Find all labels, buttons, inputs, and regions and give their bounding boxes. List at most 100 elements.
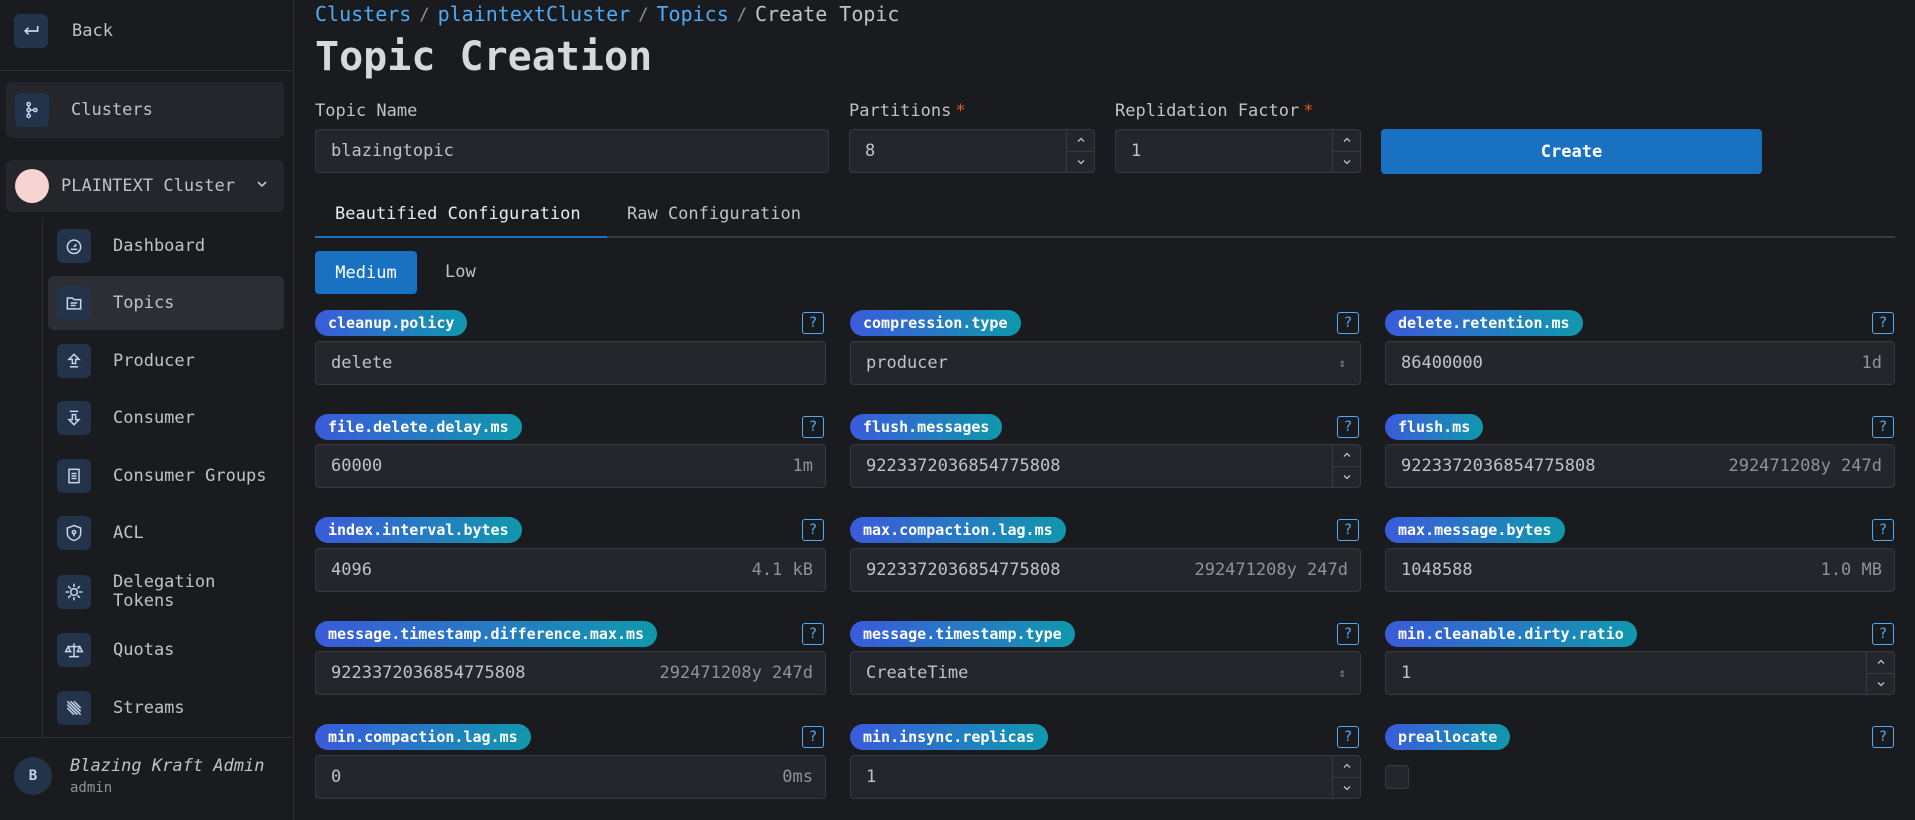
config-hint: 1m [792,456,813,476]
config-input-max-message-bytes[interactable]: 1048588 1.0 MB [1385,548,1895,592]
help-icon[interactable]: ? [1872,416,1894,438]
breadcrumb-cluster[interactable]: plaintextCluster [438,2,631,28]
chevron-up-icon[interactable] [1333,130,1360,152]
back-label: Back [72,21,113,41]
config-value: 1 [866,767,877,787]
config-key-badge: file.delete.delay.ms [315,414,522,440]
config-input-max-compaction-lag-ms[interactable]: 9223372036854775808 292471208y 247d [850,548,1361,592]
sidebar-item-label: Topics [113,292,175,313]
chevron-down-icon[interactable] [1867,674,1894,695]
help-icon[interactable]: ? [1337,416,1359,438]
create-button[interactable]: Create [1381,129,1762,174]
help-icon[interactable]: ? [1872,312,1894,334]
partitions-input[interactable]: 8 [849,129,1095,173]
min-cleanable-dirty-ratio-stepper[interactable] [1866,652,1894,694]
back-button[interactable]: Back [14,14,113,48]
replication-input[interactable]: 1 [1115,129,1361,173]
config-value: 1048588 [1401,560,1473,580]
config-hint: 292471208y 247d [659,663,813,683]
help-icon[interactable]: ? [802,623,824,645]
help-icon[interactable]: ? [802,726,824,748]
breadcrumb-topics[interactable]: Topics [656,2,728,28]
help-icon[interactable]: ? [1337,519,1359,541]
chevron-up-icon[interactable] [1067,130,1094,152]
help-icon[interactable]: ? [802,519,824,541]
replication-stepper[interactable] [1332,130,1360,172]
config-value: CreateTime [866,663,969,683]
config-tabs: Beautified Configuration Raw Configurati… [315,200,1895,238]
config-select-compression-type[interactable]: producer ⇕ [850,341,1361,385]
help-icon[interactable]: ? [802,416,824,438]
config-hint: 4.1 kB [751,560,813,580]
help-icon[interactable]: ? [1337,726,1359,748]
sidebar-item-consumer[interactable]: Consumer [48,391,284,445]
config-input-min-cleanable-dirty-ratio[interactable]: 1 [1385,651,1895,695]
config-input-file-delete-delay-ms[interactable]: 60000 1m [315,444,826,488]
segment-medium[interactable]: Medium [315,251,417,294]
required-mark: * [955,101,966,121]
chevron-up-icon[interactable] [1333,445,1360,467]
help-icon[interactable]: ? [1337,312,1359,334]
breadcrumb-clusters[interactable]: Clusters [315,2,411,28]
config-input-flush-ms[interactable]: 9223372036854775808 292471208y 247d [1385,444,1895,488]
nav-clusters[interactable]: Clusters [6,82,284,138]
partitions-stepper[interactable] [1066,130,1094,172]
breadcrumb-separator: / [638,5,649,25]
chevron-down-icon[interactable] [1067,152,1094,173]
active-tab-indicator [315,236,607,238]
breadcrumb-current: Create Topic [754,2,900,26]
segment-low[interactable]: Low [445,262,476,282]
help-icon[interactable]: ? [1872,726,1894,748]
sidebar-item-delegation-tokens[interactable]: Delegation Tokens [48,565,284,619]
help-icon[interactable]: ? [802,312,824,334]
sidebar-item-streams[interactable]: Streams [48,681,284,735]
nav-clusters-label: Clusters [71,100,153,120]
config-input-cleanup-policy[interactable]: delete [315,341,826,385]
help-icon[interactable]: ? [1872,519,1894,541]
help-icon[interactable]: ? [1337,623,1359,645]
config-value: 4096 [331,560,372,580]
config-select-message-timestamp-type[interactable]: CreateTime ⇕ [850,651,1361,695]
config-key-badge: flush.messages [850,414,1003,440]
sidebar-item-topics[interactable]: Topics [48,276,284,330]
chevron-up-icon[interactable] [1867,652,1894,674]
user-profile[interactable]: B Blazing Kraft Admin admin [14,756,264,796]
sidebar-item-label: Consumer [113,407,195,428]
topic-name-input[interactable]: blazingtopic [315,129,829,173]
sidebar-item-dashboard[interactable]: Dashboard [48,219,284,273]
chevron-down-icon[interactable] [1333,467,1360,488]
sidebar-item-producer[interactable]: Producer [48,334,284,388]
config-input-index-interval-bytes[interactable]: 4096 4.1 kB [315,548,826,592]
clusters-icon [15,93,49,127]
chevron-down-icon[interactable] [1333,152,1360,173]
preallocate-checkbox[interactable] [1385,765,1409,789]
user-name: Blazing Kraft Admin [70,756,265,776]
sidebar-item-acl[interactable]: ACL [48,506,284,560]
sidebar-item-label: Dashboard [113,235,206,256]
sidebar-item-label: Delegation Tokens [113,572,216,611]
divider [0,70,294,71]
scale-icon [57,633,91,667]
sidebar-item-quotas[interactable]: Quotas [48,623,284,677]
config-key-badge: message.timestamp.type [850,621,1075,647]
sidebar-item-consumer-groups[interactable]: Consumer Groups [48,449,284,503]
cluster-selector[interactable]: PLAINTEXT Cluster [6,160,284,212]
config-input-delete-retention-ms[interactable]: 86400000 1d [1385,341,1895,385]
flush-messages-stepper[interactable] [1332,445,1360,487]
config-key-badge: min.compaction.lag.ms [315,724,531,750]
config-input-flush-messages[interactable]: 9223372036854775808 [850,444,1361,488]
config-key-badge: max.compaction.lag.ms [850,517,1066,543]
config-hint: 1.0 MB [1820,560,1882,580]
chevron-up-icon[interactable] [1333,756,1360,778]
token-icon [57,575,91,609]
min-insync-replicas-stepper[interactable] [1332,756,1360,798]
tab-beautified-configuration[interactable]: Beautified Configuration [335,204,581,224]
chevron-down-icon[interactable] [1333,778,1360,799]
tab-raw-configuration[interactable]: Raw Configuration [627,204,801,224]
required-mark: * [1303,101,1314,121]
help-icon[interactable]: ? [1872,623,1894,645]
config-input-min-insync-replicas[interactable]: 1 [850,755,1361,799]
config-input-min-compaction-lag-ms[interactable]: 0 0ms [315,755,826,799]
config-input-message-timestamp-difference-max-ms[interactable]: 9223372036854775808 292471208y 247d [315,651,826,695]
config-key-badge: message.timestamp.difference.max.ms [315,621,658,647]
